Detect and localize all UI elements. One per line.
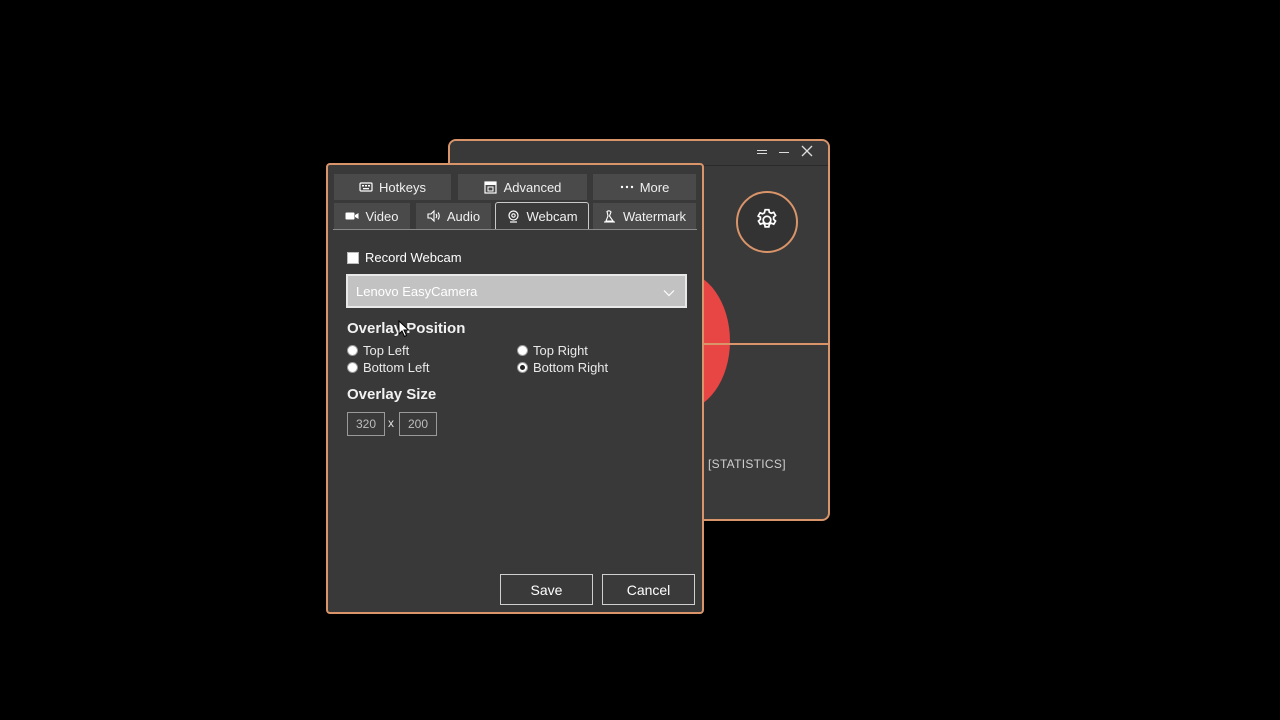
menu-icon[interactable] — [752, 143, 772, 163]
tab-hotkeys[interactable]: Hotkeys — [334, 174, 451, 200]
position-top-left[interactable]: Top Left — [347, 343, 409, 358]
position-label: Top Right — [533, 343, 588, 358]
cancel-button[interactable]: Cancel — [602, 574, 695, 605]
position-label: Top Left — [363, 343, 410, 358]
statistics-label: [STATISTICS] — [708, 457, 786, 471]
overlay-width-input[interactable]: 320 — [347, 412, 385, 436]
tab-label: Audio — [446, 208, 481, 224]
tab-label: Advanced — [503, 179, 562, 195]
speaker-icon — [427, 209, 441, 223]
camera-select[interactable]: Lenovo EasyCamera — [346, 274, 687, 308]
tab-divider — [333, 229, 697, 230]
tab-label: Webcam — [526, 209, 578, 224]
tab-audio[interactable]: Audio — [416, 203, 491, 229]
tab-video[interactable]: Video — [334, 203, 410, 229]
record-webcam-label: Record Webcam — [365, 250, 462, 265]
size-separator: x — [388, 416, 394, 430]
position-bottom-left[interactable]: Bottom Left — [347, 360, 429, 375]
keyboard-icon — [359, 180, 373, 194]
window-icon — [484, 180, 498, 194]
settings-window: Hotkeys Advanced More Video Audio Webcam — [326, 163, 704, 614]
gear-icon — [754, 207, 780, 238]
mouse-cursor-icon — [398, 319, 410, 343]
settings-button[interactable] — [736, 191, 798, 253]
tab-more[interactable]: More — [593, 174, 696, 200]
video-camera-icon — [345, 209, 359, 223]
position-label: Bottom Left — [363, 360, 430, 375]
position-label: Bottom Right — [533, 360, 609, 375]
record-webcam-checkbox[interactable] — [347, 251, 359, 264]
position-top-right[interactable]: Top Right — [517, 343, 588, 358]
tab-watermark[interactable]: Watermark — [593, 203, 696, 229]
radio-bottom-left[interactable] — [347, 362, 358, 373]
overlay-size-title: Overlay Size — [347, 386, 437, 403]
overlay-height-input[interactable]: 200 — [399, 412, 437, 436]
webcam-icon — [506, 210, 520, 224]
save-button[interactable]: Save — [500, 574, 593, 605]
tab-label: More — [639, 179, 670, 195]
position-bottom-right[interactable]: Bottom Right — [517, 360, 608, 375]
tab-label: Watermark — [622, 208, 687, 224]
chevron-down-icon — [663, 285, 675, 300]
ellipsis-icon — [620, 180, 634, 194]
radio-bottom-right[interactable] — [517, 362, 528, 373]
tab-webcam[interactable]: Webcam — [495, 202, 589, 230]
radio-top-left[interactable] — [347, 345, 358, 356]
camera-select-value: Lenovo EasyCamera — [356, 283, 478, 299]
panel-divider — [704, 343, 828, 345]
radio-top-right[interactable] — [517, 345, 528, 356]
stamp-icon — [603, 209, 617, 223]
tab-label: Hotkeys — [379, 179, 426, 195]
tab-advanced[interactable]: Advanced — [458, 174, 587, 200]
tab-label: Video — [365, 208, 399, 224]
record-webcam-option[interactable]: Record Webcam — [347, 250, 462, 265]
minimize-icon[interactable] — [774, 143, 794, 163]
close-icon[interactable] — [797, 143, 817, 163]
